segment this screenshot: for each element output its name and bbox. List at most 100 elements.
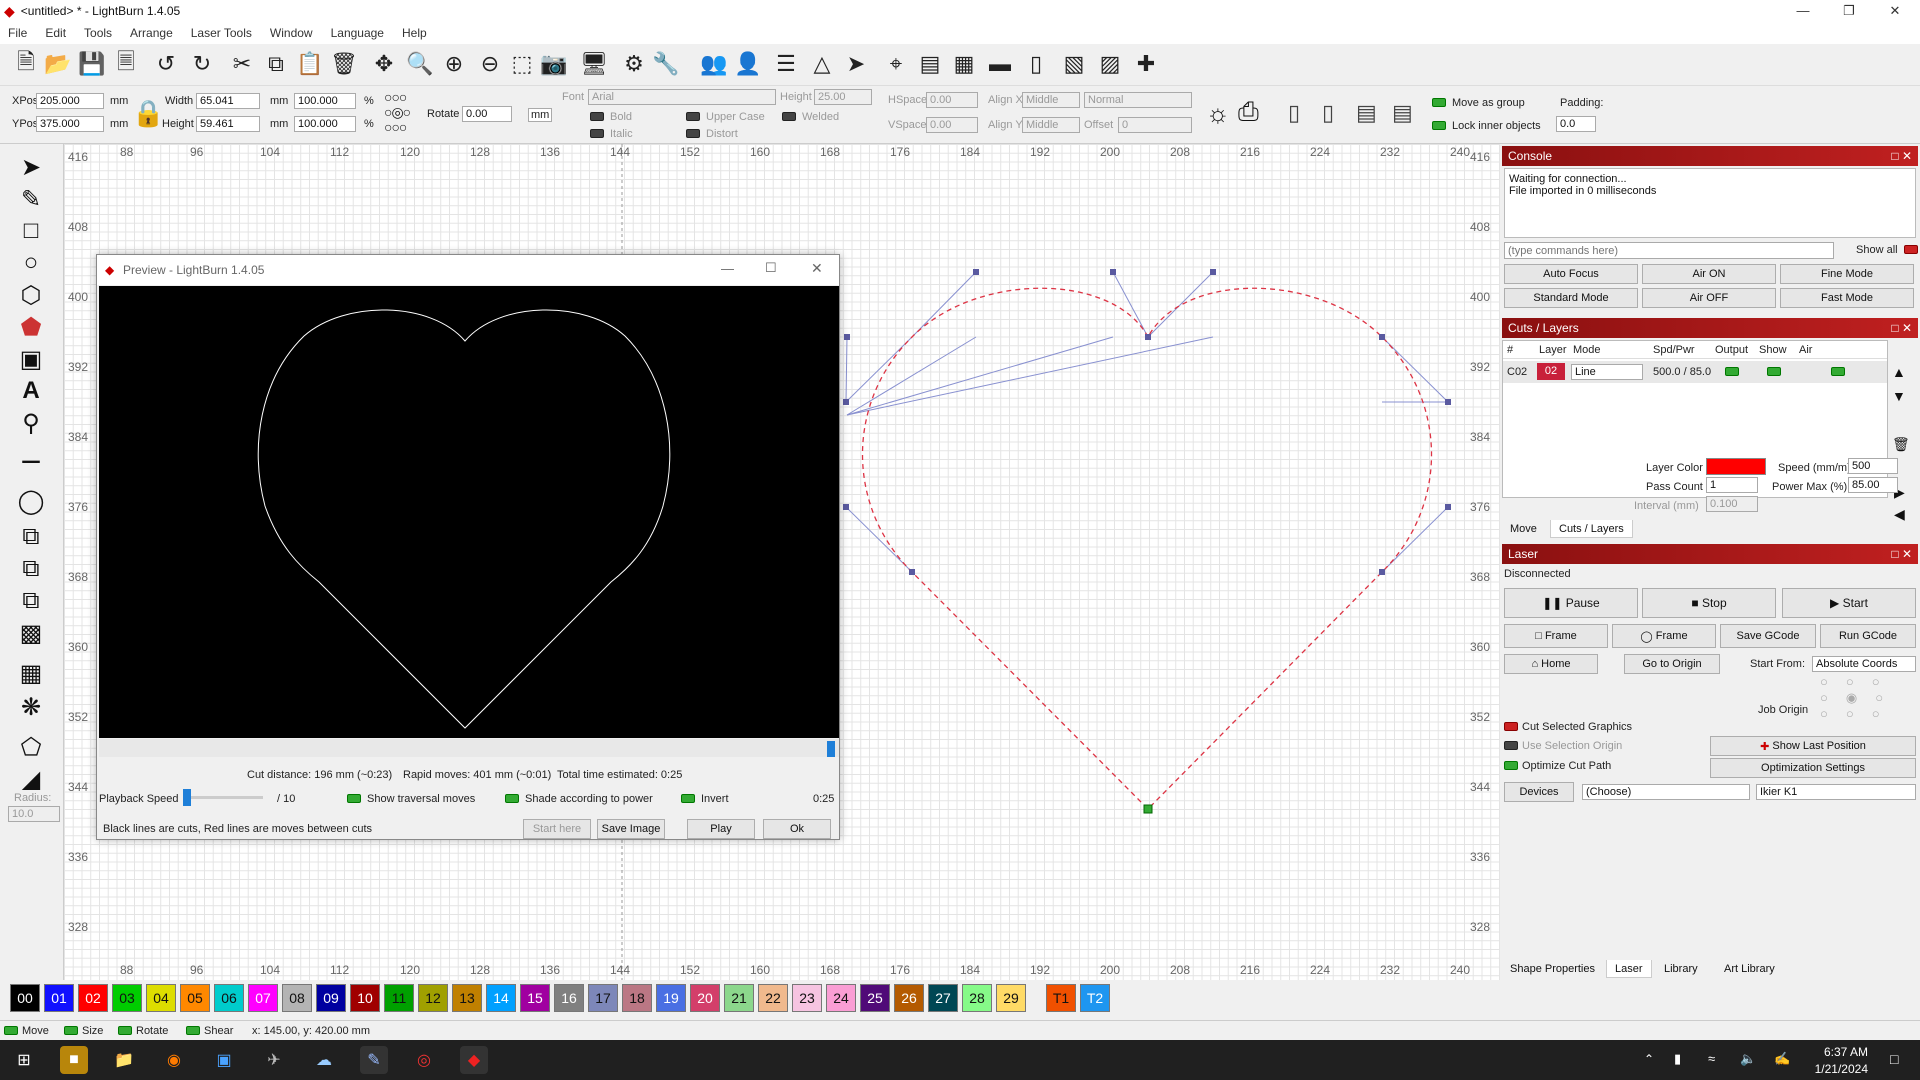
uppercase-toggle[interactable]	[686, 112, 700, 121]
lock-icon[interactable]: 🔒	[132, 98, 164, 129]
vpn-icon[interactable]: ☁	[310, 1046, 338, 1074]
palette-swatch-10[interactable]: 10	[350, 984, 380, 1012]
printer-icon[interactable]: ⎙	[1238, 96, 1259, 128]
standard-mode-button[interactable]: Standard Mode	[1504, 288, 1638, 308]
row-output-toggle[interactable]	[1725, 367, 1739, 376]
palette-swatch-03[interactable]: 03	[112, 984, 142, 1012]
xpos-input[interactable]: 205.000	[36, 93, 104, 109]
menu-laser-tools[interactable]: Laser Tools	[191, 26, 252, 40]
save-gcode-button[interactable]: Save GCode	[1720, 624, 1816, 648]
cut-icon[interactable]: ✂	[226, 48, 258, 80]
palette-swatch-05[interactable]: 05	[180, 984, 210, 1012]
wifi-icon[interactable]: ≈	[1708, 1051, 1715, 1066]
grid-array-icon[interactable]: ▦	[14, 658, 48, 688]
move-toggle[interactable]	[4, 1026, 18, 1035]
polygon-icon[interactable]: ⬡	[14, 280, 48, 310]
measure-icon[interactable]: ⚊	[14, 440, 48, 470]
stop-button[interactable]: ■ Stop	[1642, 588, 1776, 618]
rectangle-icon[interactable]: □	[14, 216, 48, 246]
pen-icon[interactable]: ✎	[14, 184, 48, 214]
speaker-icon[interactable]: 🔈	[1740, 1051, 1756, 1067]
menu-tools[interactable]: Tools	[84, 26, 112, 40]
optimization-settings-button[interactable]: Optimization Settings	[1710, 758, 1916, 778]
zoom-out-icon[interactable]: ⊖	[474, 48, 506, 80]
height-percent-input[interactable]: 100.000	[294, 116, 356, 132]
frame-circle-button[interactable]: ◯ Frame	[1612, 624, 1716, 648]
heart-shape[interactable]	[861, 287, 1433, 810]
delete-icon[interactable]: 🗑	[328, 48, 360, 80]
start-here-button[interactable]: Start here	[523, 819, 591, 839]
palette-swatch-13[interactable]: 13	[452, 984, 482, 1012]
show-last-position-button[interactable]: ✚ Show Last Position	[1710, 736, 1916, 756]
menu-language[interactable]: Language	[331, 26, 384, 40]
origin-selector-icon[interactable]: ○○○ ○◎○ ○○○	[384, 90, 411, 135]
port-select[interactable]: (Choose)	[1582, 784, 1750, 800]
fast-mode-button[interactable]: Fast Mode	[1780, 288, 1914, 308]
move-down-icon[interactable]: ▼	[1892, 388, 1906, 404]
start-node[interactable]	[1143, 804, 1153, 814]
corner-radius-icon[interactable]: ◢	[14, 764, 48, 794]
file-explorer-icon[interactable]: 📁	[110, 1046, 138, 1074]
power-max-input[interactable]: 85.00	[1848, 477, 1898, 493]
bold-toggle[interactable]	[590, 112, 604, 121]
preview-progress-handle[interactable]	[827, 741, 835, 757]
shade-power-toggle[interactable]	[505, 794, 519, 803]
boolean-intersect-icon[interactable]: ▩	[14, 618, 48, 648]
speed-input[interactable]: 500	[1848, 458, 1898, 474]
offset-shapes-icon[interactable]: ◯	[14, 486, 48, 516]
collapse-left-icon[interactable]: ◀	[1894, 506, 1905, 523]
pen-app-icon[interactable]: ✎	[360, 1046, 388, 1074]
pen-tray-icon[interactable]: ✍	[1774, 1051, 1790, 1067]
home-button[interactable]: ⌂ Home	[1504, 654, 1598, 674]
monitor-icon[interactable]: 🖥	[578, 48, 610, 80]
palette-swatch-07[interactable]: 07	[248, 984, 278, 1012]
tray-chevron-icon[interactable]: ⌃	[1644, 1052, 1654, 1066]
device-select[interactable]: Ikier K1	[1756, 784, 1916, 800]
invert-toggle[interactable]	[681, 794, 695, 803]
menu-window[interactable]: Window	[270, 26, 313, 40]
table-row[interactable]: C02 02 Line 500.0 / 85.0	[1503, 361, 1887, 383]
redo-icon[interactable]: ↻	[186, 48, 218, 80]
frame-rect-button[interactable]: □ Frame	[1504, 624, 1608, 648]
target-icon[interactable]: ⌖	[880, 48, 912, 80]
align-top-edges-icon[interactable]: ▤	[1356, 100, 1377, 126]
palette-swatch-21[interactable]: 21	[724, 984, 754, 1012]
notifications-icon[interactable]: □	[1890, 1051, 1898, 1067]
menu-file[interactable]: File	[8, 26, 27, 40]
align-h-icon[interactable]: ▧	[1058, 48, 1090, 80]
job-origin-selector[interactable]: ○○○ ○◉○ ○○○	[1820, 674, 1901, 722]
italic-toggle[interactable]	[590, 129, 604, 138]
undo-icon[interactable]: ↺	[150, 48, 182, 80]
shear-toggle[interactable]	[186, 1026, 200, 1035]
move-icon[interactable]: ✥	[368, 48, 400, 80]
palette-swatch-26[interactable]: 26	[894, 984, 924, 1012]
close-window-button[interactable]: ✕	[1872, 0, 1918, 22]
go-to-origin-button[interactable]: Go to Origin	[1624, 654, 1720, 674]
run-gcode-button[interactable]: Run GCode	[1820, 624, 1916, 648]
interval-input[interactable]: 0.100	[1706, 496, 1758, 512]
open-file-icon[interactable]: 📂	[42, 48, 74, 80]
tab-cuts-layers[interactable]: Cuts / Layers	[1550, 520, 1633, 538]
palette-swatch-28[interactable]: 28	[962, 984, 992, 1012]
palette-swatch-25[interactable]: 25	[860, 984, 890, 1012]
app-taskbar-icon[interactable]: ■	[60, 1046, 88, 1074]
align-right-edges-icon[interactable]: ▯	[1322, 100, 1334, 126]
devices-button[interactable]: Devices	[1504, 782, 1574, 802]
firefox-icon[interactable]: ◉	[160, 1046, 188, 1074]
align-center-icon[interactable]: ▦	[948, 48, 980, 80]
palette-swatch-24[interactable]: 24	[826, 984, 856, 1012]
row-layer-chip[interactable]: 02	[1537, 363, 1565, 380]
tab-art-library[interactable]: Art Library	[1716, 960, 1783, 978]
minimize-button[interactable]: —	[1780, 0, 1826, 22]
tab-shape-properties[interactable]: Shape Properties	[1502, 960, 1603, 978]
boolean-subtract-icon[interactable]: ⧉	[14, 586, 48, 616]
distribute-icon[interactable]: ▬	[984, 48, 1016, 80]
palette-swatch-20[interactable]: 20	[690, 984, 720, 1012]
row-air-toggle[interactable]	[1831, 367, 1845, 376]
lock-inner-toggle[interactable]	[1432, 121, 1446, 130]
palette-swatch-04[interactable]: 04	[146, 984, 176, 1012]
position-pin-icon[interactable]: ⚲	[14, 408, 48, 438]
padding-input[interactable]: 0.0	[1556, 116, 1596, 132]
play-button[interactable]: Play	[687, 819, 755, 839]
ok-button[interactable]: Ok	[763, 819, 831, 839]
